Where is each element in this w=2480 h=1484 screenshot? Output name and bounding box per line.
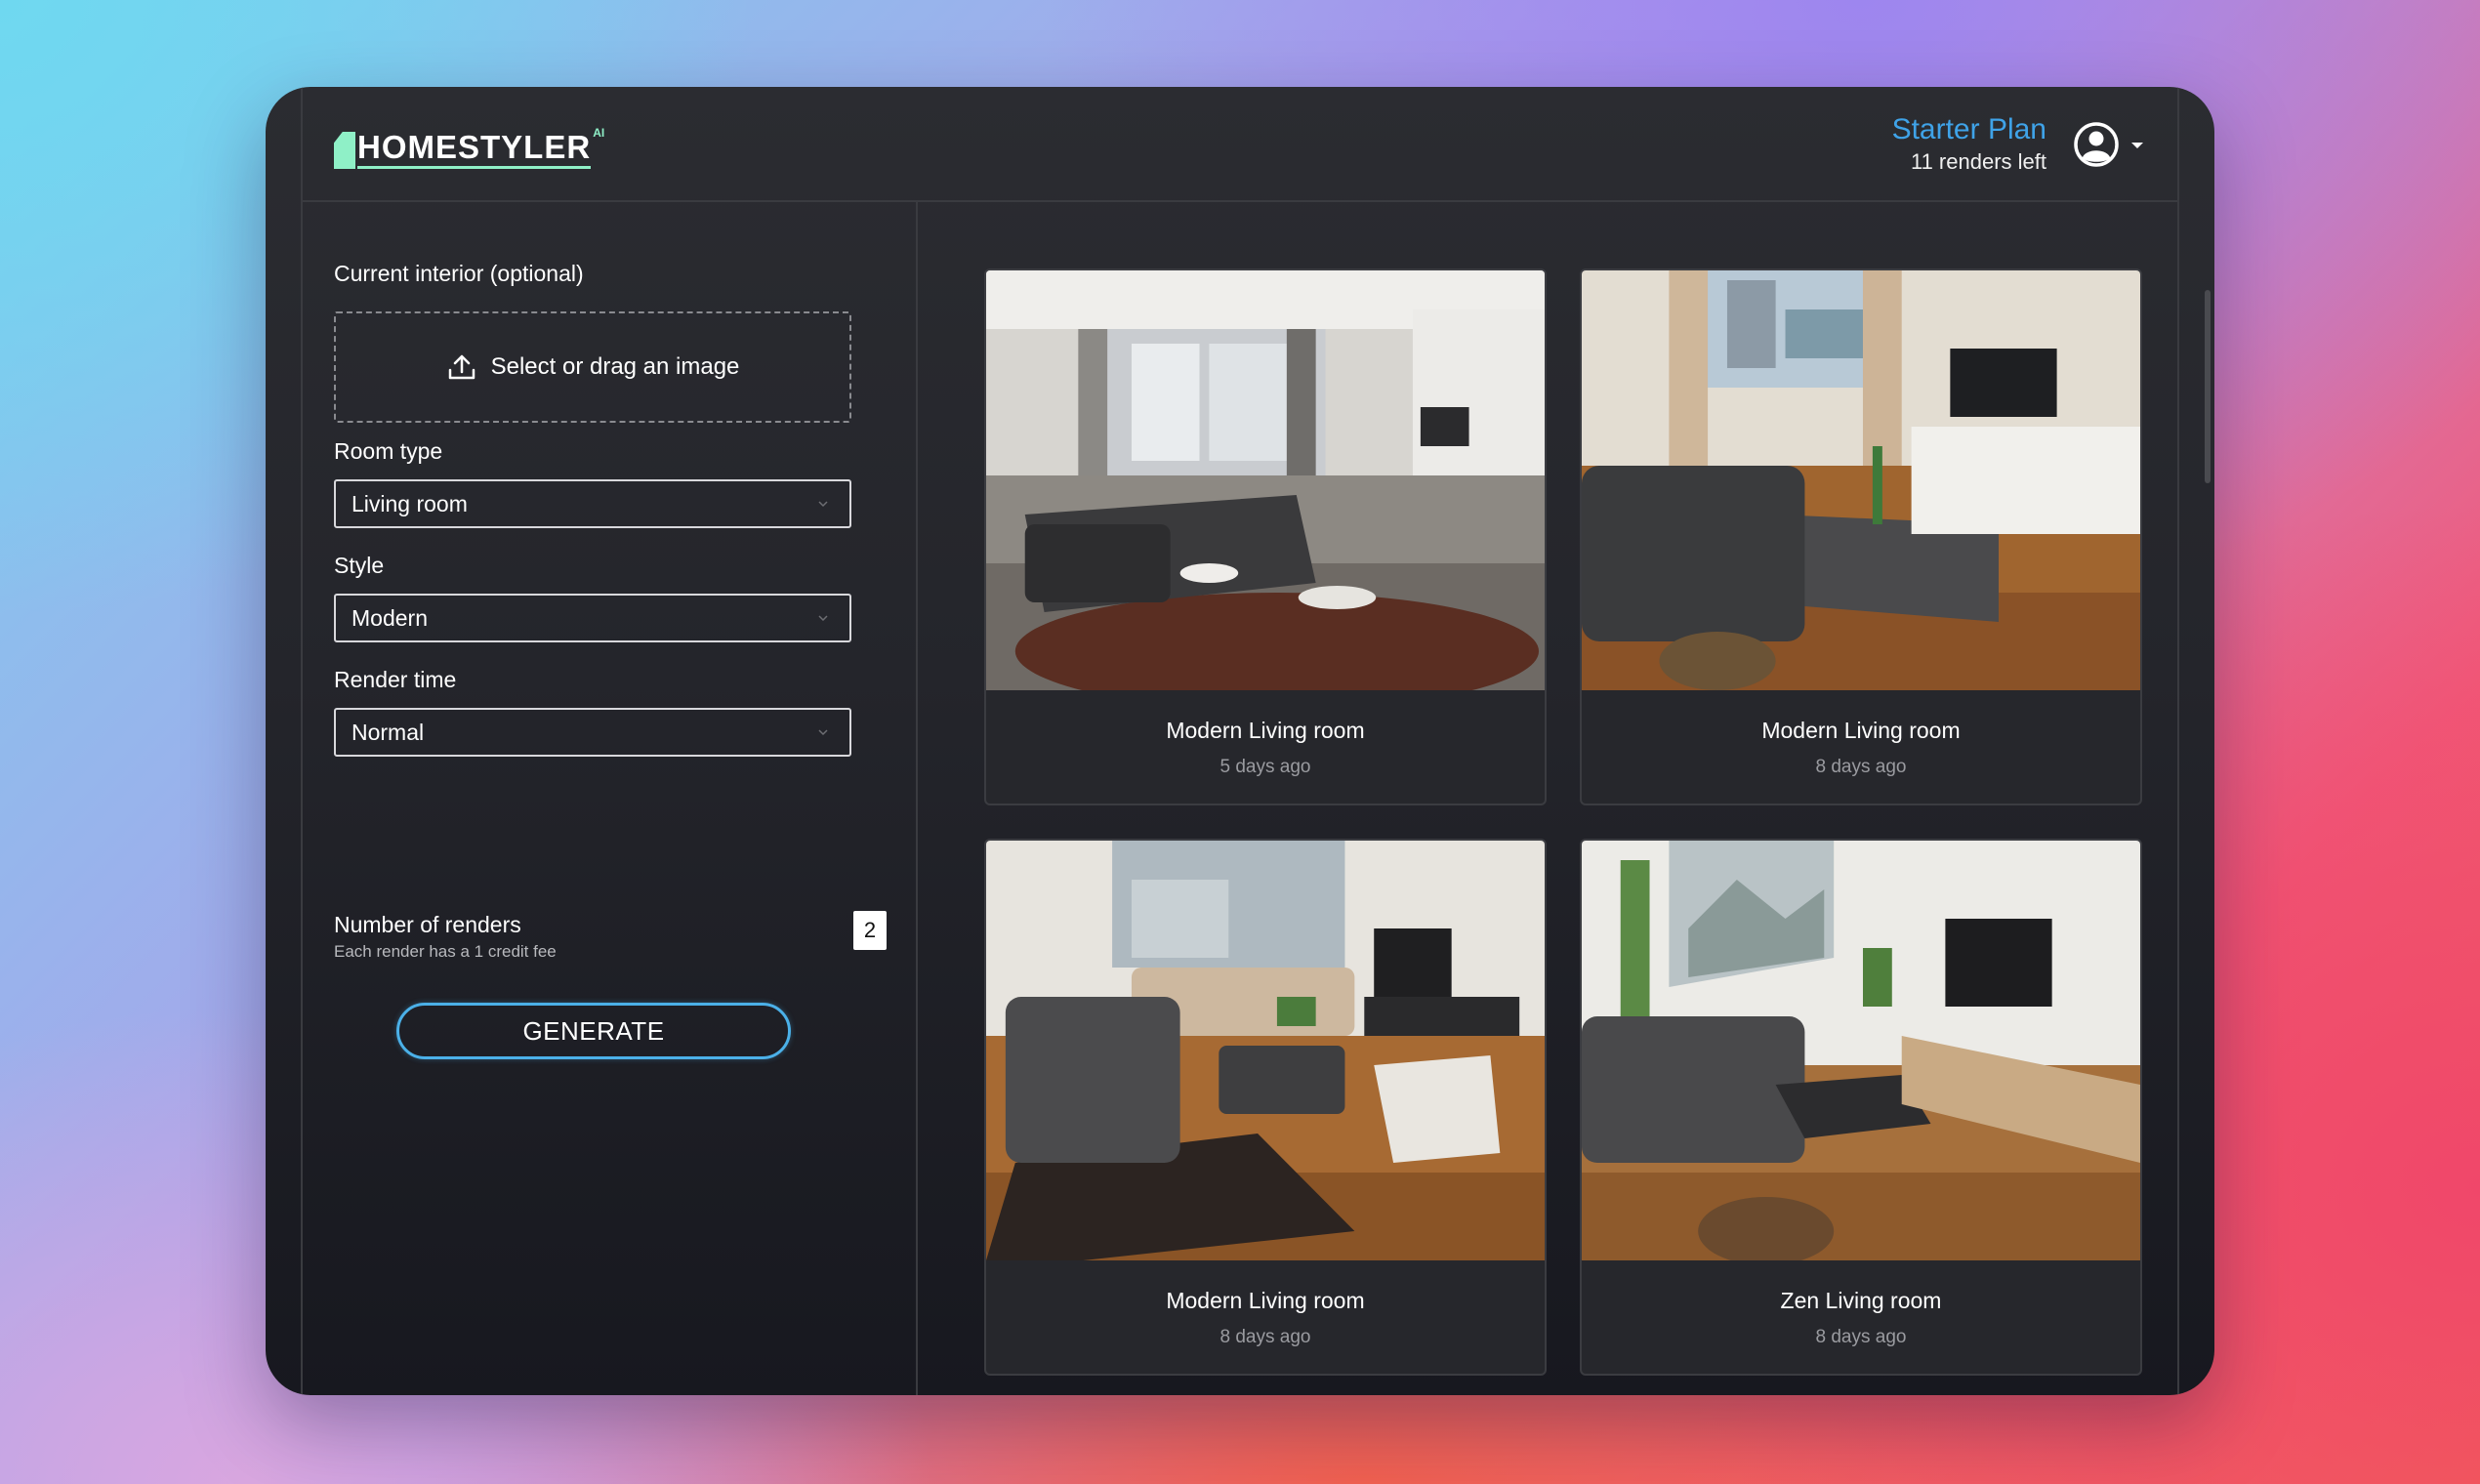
render-date: 5 days ago [1219, 757, 1311, 777]
render-card[interactable]: Zen Living room 8 days ago [1580, 839, 2142, 1376]
chevron-down-icon [818, 615, 828, 622]
style-value: Modern [351, 604, 428, 631]
account-menu[interactable] [2072, 120, 2148, 169]
render-date: 8 days ago [1815, 1327, 1907, 1347]
current-interior-label: Current interior (optional) [334, 261, 584, 286]
render-time-select[interactable]: Normal [334, 708, 851, 757]
render-title: Modern Living room [1761, 718, 1961, 743]
chevron-down-icon [2131, 143, 2143, 148]
render-thumbnail[interactable] [1582, 270, 2140, 690]
brand-name: HOMESTYLER [357, 129, 592, 169]
homestyler-logo[interactable]: HOMESTYLER AI [334, 126, 604, 169]
generate-button[interactable]: GENERATE [396, 1003, 791, 1059]
renders-gallery: Modern Living room 5 days ago Modern Liv… [918, 202, 2177, 1395]
num-renders-hint: Each render has a 1 credit fee [334, 942, 557, 961]
render-title: Modern Living room [1166, 718, 1365, 743]
user-avatar-icon [2074, 122, 2119, 167]
num-renders-input[interactable]: 2 [853, 911, 887, 950]
plan-name[interactable]: Starter Plan [1892, 112, 2046, 147]
app-window: HOMESTYLER AI Starter Plan 11 renders le… [266, 87, 2214, 1395]
renders-left: 11 renders left [1910, 149, 2046, 174]
gallery-scrollbar[interactable] [2205, 290, 2211, 483]
render-time-label: Render time [334, 667, 457, 692]
top-header: HOMESTYLER AI Starter Plan 11 renders le… [303, 87, 2177, 202]
render-card[interactable]: Modern Living room 8 days ago [1580, 268, 2142, 805]
render-card[interactable]: Modern Living room 8 days ago [984, 839, 1547, 1376]
style-select[interactable]: Modern [334, 594, 851, 642]
room-type-label: Room type [334, 438, 443, 464]
upload-icon [448, 354, 475, 380]
upload-text: Select or drag an image [490, 353, 740, 380]
room-type-value: Living room [351, 490, 468, 516]
app-frame: HOMESTYLER AI Starter Plan 11 renders le… [301, 87, 2179, 1395]
render-date: 8 days ago [1815, 757, 1907, 777]
house-logo-icon [334, 132, 355, 169]
render-thumbnail[interactable] [986, 270, 1545, 690]
render-title: Zen Living room [1780, 1288, 1942, 1313]
render-thumbnail[interactable] [986, 841, 1545, 1260]
chevron-down-icon [818, 729, 828, 736]
render-card[interactable]: Modern Living room 5 days ago [984, 268, 1547, 805]
plan-info: Starter Plan 11 renders left [1892, 112, 2046, 177]
render-title: Modern Living room [1166, 1288, 1365, 1313]
ai-badge: AI [593, 126, 605, 140]
render-date: 8 days ago [1219, 1327, 1311, 1347]
num-renders-label: Number of renders [334, 912, 521, 937]
chevron-down-icon [818, 501, 828, 508]
image-upload-dropzone[interactable]: Select or drag an image [334, 311, 851, 423]
render-thumbnail[interactable] [1582, 841, 2140, 1260]
render-settings-panel: Current interior (optional) Select or dr… [303, 202, 918, 1395]
style-label: Style [334, 553, 385, 578]
room-type-select[interactable]: Living room [334, 479, 851, 528]
render-time-value: Normal [351, 719, 425, 745]
